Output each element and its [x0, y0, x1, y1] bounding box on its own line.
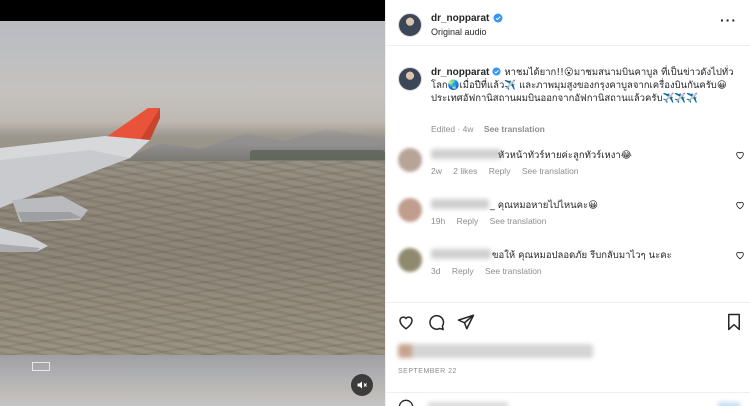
speaker-muted-icon — [357, 381, 367, 389]
avatar[interactable] — [398, 13, 422, 37]
comment-username-redacted — [431, 149, 501, 159]
post-details: dr_nopparat Original audio ··· dr_noppar… — [385, 0, 750, 406]
comment-time: 2w — [431, 166, 442, 176]
see-translation-link[interactable]: See translation — [522, 166, 579, 176]
comment-meta: 3d Reply See translation — [431, 266, 551, 276]
comment-time: 19h — [431, 216, 446, 226]
actions-bar: SEPTEMBER 22 — [386, 302, 750, 375]
mute-button[interactable] — [351, 374, 373, 396]
post-date[interactable]: SEPTEMBER 22 — [398, 368, 457, 375]
comment-avatar[interactable] — [398, 248, 422, 272]
comment-username-redacted — [431, 199, 489, 209]
verified-badge-icon — [493, 13, 503, 23]
see-translation-link[interactable]: See translation — [485, 266, 542, 276]
heart-icon[interactable] — [735, 150, 745, 160]
comment-avatar[interactable] — [398, 148, 422, 172]
bookmark-icon[interactable] — [725, 313, 743, 331]
audio-label[interactable]: Original audio — [431, 27, 487, 37]
comment-icon[interactable] — [427, 313, 445, 331]
post-comment-button[interactable] — [718, 402, 740, 406]
likes-summary-redacted — [398, 344, 593, 358]
see-translation-link[interactable]: See translation — [484, 124, 545, 134]
comment-likes[interactable]: 2 likes — [453, 166, 477, 176]
comment-item: ขอให้ คุณหมอปลอดภัย รีบกลับมาไวๆ นะคะ 3d… — [386, 248, 750, 296]
post-header: dr_nopparat Original audio ··· — [386, 0, 750, 46]
comment-meta: 19h Reply See translation — [431, 216, 555, 226]
comment-meta: 2w 2 likes Reply See translation — [431, 166, 588, 176]
comment-username-redacted — [431, 249, 491, 259]
post-username[interactable]: dr_nopparat — [431, 13, 489, 24]
comment-text: _ คุณหมอหายไปไหนคะ😀 — [490, 200, 599, 211]
reply-button[interactable]: Reply — [489, 166, 511, 176]
comment-time: 3d — [431, 266, 441, 276]
video-player[interactable] — [0, 0, 385, 406]
comment-avatar[interactable] — [398, 198, 422, 222]
verified-badge-icon — [492, 67, 501, 76]
comment-text: ขอให้ คุณหมอปลอดภัย รีบกลับมาไวๆ นะคะ — [492, 250, 672, 261]
caption-text: dr_nopparat หาชมได้ยาก!!😮มาชมสนามบินคาบู… — [431, 66, 741, 105]
heart-icon[interactable] — [735, 250, 745, 260]
reply-button[interactable]: Reply — [457, 216, 479, 226]
add-comment-input[interactable] — [428, 402, 508, 406]
caption-username[interactable]: dr_nopparat — [431, 67, 489, 78]
heart-icon[interactable] — [397, 313, 415, 331]
comment-item: _ คุณหมอหายไปไหนคะ😀 19h Reply See transl… — [386, 198, 750, 246]
reply-button[interactable]: Reply — [452, 266, 474, 276]
comment-item: หัวหน้าทัวร์หายค่ะลูกทัวร์เหงา😂 2w 2 lik… — [386, 148, 750, 196]
airplane-wing — [0, 108, 160, 252]
comment-text: หัวหน้าทัวร์หายค่ะลูกทัวร์เหงา😂 — [498, 150, 632, 161]
more-options-button[interactable]: ··· — [720, 12, 737, 28]
caption-avatar[interactable] — [398, 67, 422, 91]
share-icon[interactable] — [457, 313, 475, 331]
caption-meta: Edited · 4w See translation — [431, 124, 553, 134]
edited-time: Edited · 4w — [431, 124, 474, 134]
emoji-icon[interactable] — [398, 399, 414, 406]
add-comment-bar — [386, 392, 750, 406]
see-translation-link[interactable]: See translation — [490, 216, 547, 226]
heart-icon[interactable] — [735, 200, 745, 210]
